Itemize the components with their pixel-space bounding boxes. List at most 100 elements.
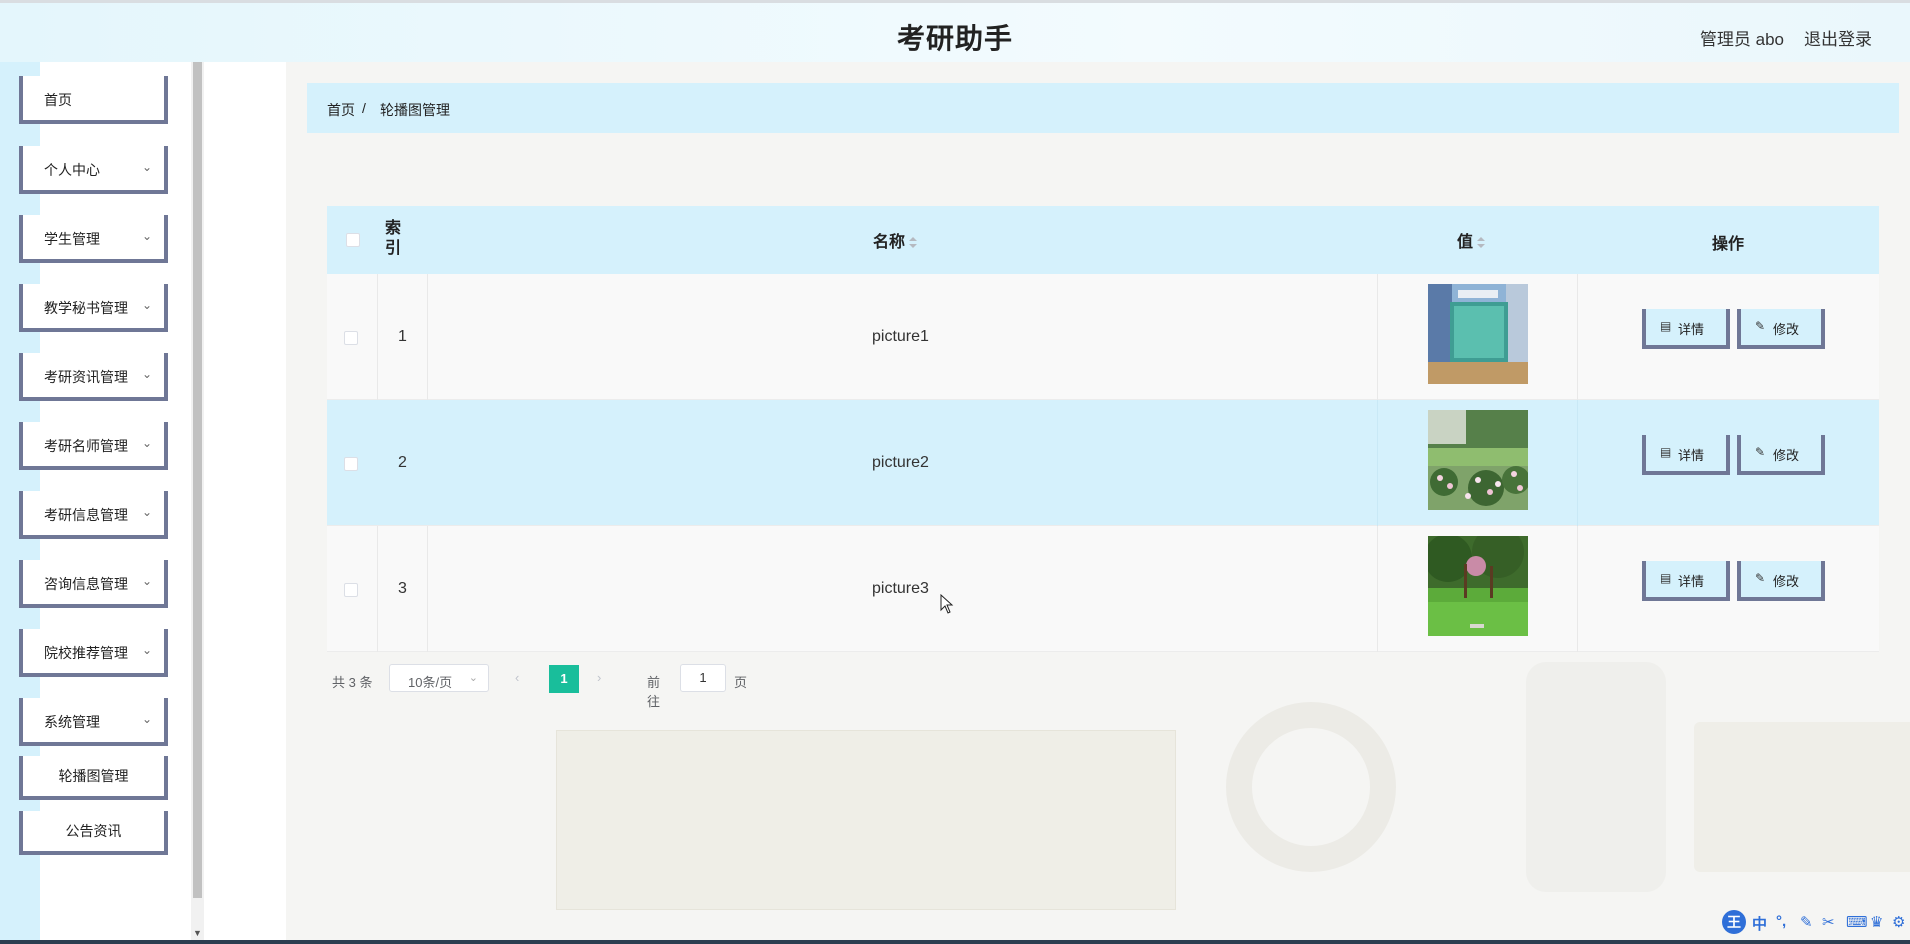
detail-button[interactable]: ▤ 详情 <box>1642 435 1730 475</box>
cell-divider <box>427 274 428 400</box>
scroll-down-icon[interactable]: ▼ <box>193 928 202 938</box>
logout-link[interactable]: 退出登录 <box>1804 25 1872 50</box>
sidebar-item-info-management[interactable]: 考研信息管理 ⌄ <box>19 491 168 539</box>
page-number-button[interactable]: 1 <box>549 665 579 693</box>
row-index: 1 <box>398 328 407 345</box>
column-header-value-label: 值 <box>1457 234 1474 251</box>
sort-icon[interactable] <box>1477 236 1486 249</box>
chevron-down-icon: ⌄ <box>468 672 478 684</box>
detail-button[interactable]: ▤ 详情 <box>1642 561 1730 601</box>
chevron-down-icon: ⌄ <box>141 436 152 450</box>
sidebar-item-system-management[interactable]: 系统管理 ⌄ <box>19 698 168 746</box>
detail-button[interactable]: ▤ 详情 <box>1642 309 1730 349</box>
keyboard-icon[interactable]: ⌨ <box>1846 913 1868 931</box>
row-name: picture1 <box>872 328 929 345</box>
row-index: 2 <box>398 454 407 471</box>
sidebar-item-school-recommend[interactable]: 院校推荐管理 ⌄ <box>19 629 168 677</box>
sidebar-subitem-carousel[interactable]: 轮播图管理 <box>19 756 168 800</box>
scissors-icon[interactable]: ✂ <box>1822 913 1835 931</box>
sidebar-item-label: 考研资讯管理 <box>44 369 128 385</box>
punctuation-icon[interactable]: °, <box>1776 913 1786 930</box>
flower-garden-photo-thumbnail[interactable] <box>1428 410 1528 510</box>
current-user: 管理员 abo <box>1699 30 1784 49</box>
sidebar-item-label: 教学秘书管理 <box>44 300 128 316</box>
sidebar-scrollbar[interactable]: ▼ <box>191 62 204 940</box>
column-header-name-label: 名称 <box>873 234 906 251</box>
sidebar: 首页 个人中心 ⌄ 学生管理 ⌄ 教学秘书管理 ⌄ 考研资讯管理 ⌄ 考研名师管… <box>0 62 191 940</box>
taskbar-edge <box>0 940 1910 944</box>
bg-shape <box>1694 722 1910 872</box>
sidebar-item-label: 首页 <box>44 92 72 108</box>
chevron-down-icon: ⌄ <box>141 712 152 726</box>
sidebar-item-consult-management[interactable]: 咨询信息管理 ⌄ <box>19 560 168 608</box>
sidebar-item-label: 咨询信息管理 <box>44 576 128 592</box>
breadcrumb-home[interactable]: 首页 <box>327 100 355 120</box>
sidebar-item-news-management[interactable]: 考研资讯管理 ⌄ <box>19 353 168 401</box>
bg-shape <box>1526 662 1666 892</box>
row-checkbox[interactable] <box>344 583 358 597</box>
document-icon: ▤ <box>1660 445 1672 459</box>
skin-icon[interactable]: ♛ <box>1870 913 1883 931</box>
prev-page-icon[interactable]: ‹ <box>515 670 519 685</box>
lawn-trees-photo-thumbnail[interactable] <box>1428 536 1528 636</box>
sidebar-item-teacher-management[interactable]: 考研名师管理 ⌄ <box>19 422 168 470</box>
detail-button-label: 详情 <box>1678 448 1705 463</box>
row-checkbox[interactable] <box>344 331 358 345</box>
table-header: 索引 名称 值 操作 <box>327 206 1879 274</box>
classroom-photo-thumbnail[interactable] <box>1428 284 1528 384</box>
cell-divider <box>1377 526 1378 652</box>
scrollbar-thumb[interactable] <box>193 62 202 898</box>
chevron-down-icon: ⌄ <box>141 367 152 381</box>
next-page-icon[interactable]: › <box>597 670 601 685</box>
breadcrumb: 首页 / 轮播图管理 <box>307 83 1899 133</box>
mouse-cursor-icon <box>940 594 954 614</box>
sidebar-item-label: 学生管理 <box>44 231 100 247</box>
sidebar-item-home[interactable]: 首页 <box>19 76 168 124</box>
cell-divider <box>427 526 428 652</box>
table-row: 3 picture3 ▤ 详情 ✎ 修改 <box>327 526 1879 652</box>
edit-button[interactable]: ✎ 修改 <box>1737 435 1825 475</box>
sidebar-item-label: 院校推荐管理 <box>44 645 128 661</box>
chevron-down-icon: ⌄ <box>141 229 152 243</box>
pencil-icon: ✎ <box>1755 445 1766 459</box>
sidebar-item-personal-center[interactable]: 个人中心 ⌄ <box>19 146 168 194</box>
pencil-icon: ✎ <box>1755 319 1766 333</box>
carousel-table: 索引 名称 值 操作 1 picture1 ▤ 详情 ✎ 修改 2 pictur… <box>327 206 1879 652</box>
sidebar-item-secretary-management[interactable]: 教学秘书管理 ⌄ <box>19 284 168 332</box>
edit-button[interactable]: ✎ 修改 <box>1737 309 1825 349</box>
ime-logo-icon[interactable]: 王 <box>1722 910 1746 934</box>
pen-icon[interactable]: ✎ <box>1800 913 1813 931</box>
sidebar-item-label: 考研信息管理 <box>44 507 128 523</box>
cell-divider <box>377 274 378 400</box>
goto-page-input[interactable]: 1 <box>680 664 726 692</box>
table-row: 2 picture2 ▤ 详情 ✎ 修改 <box>327 400 1879 526</box>
select-all-checkbox[interactable] <box>346 233 360 247</box>
ime-language-toggle[interactable]: 中 <box>1752 913 1767 934</box>
row-checkbox[interactable] <box>344 457 358 471</box>
document-icon: ▤ <box>1660 571 1672 585</box>
cell-divider <box>1577 400 1578 526</box>
bg-shape <box>556 730 1176 910</box>
breadcrumb-current: 轮播图管理 <box>380 102 450 118</box>
chevron-down-icon: ⌄ <box>141 505 152 519</box>
cell-divider <box>377 526 378 652</box>
page-unit-label: 页 <box>734 675 748 690</box>
edit-button[interactable]: ✎ 修改 <box>1737 561 1825 601</box>
edit-button-label: 修改 <box>1773 322 1800 337</box>
sidebar-subitem-announcements[interactable]: 公告资讯 <box>19 811 168 855</box>
row-index: 3 <box>398 580 407 597</box>
sort-icon[interactable] <box>909 236 918 249</box>
edit-button-label: 修改 <box>1773 574 1800 589</box>
bg-shape <box>1226 702 1396 872</box>
edit-button-label: 修改 <box>1773 448 1800 463</box>
sidebar-item-student-management[interactable]: 学生管理 ⌄ <box>19 215 168 263</box>
pencil-icon: ✎ <box>1755 571 1766 585</box>
page-size-select[interactable]: 10条/页 ⌄ <box>389 664 489 692</box>
detail-button-label: 详情 <box>1678 322 1705 337</box>
gear-icon[interactable]: ⚙ <box>1892 913 1905 931</box>
chevron-down-icon: ⌄ <box>141 298 152 312</box>
app-title: 考研助手 <box>896 23 1013 54</box>
cell-divider <box>1377 400 1378 526</box>
chevron-down-icon: ⌄ <box>141 643 152 657</box>
table-row: 1 picture1 ▤ 详情 ✎ 修改 <box>327 274 1879 400</box>
